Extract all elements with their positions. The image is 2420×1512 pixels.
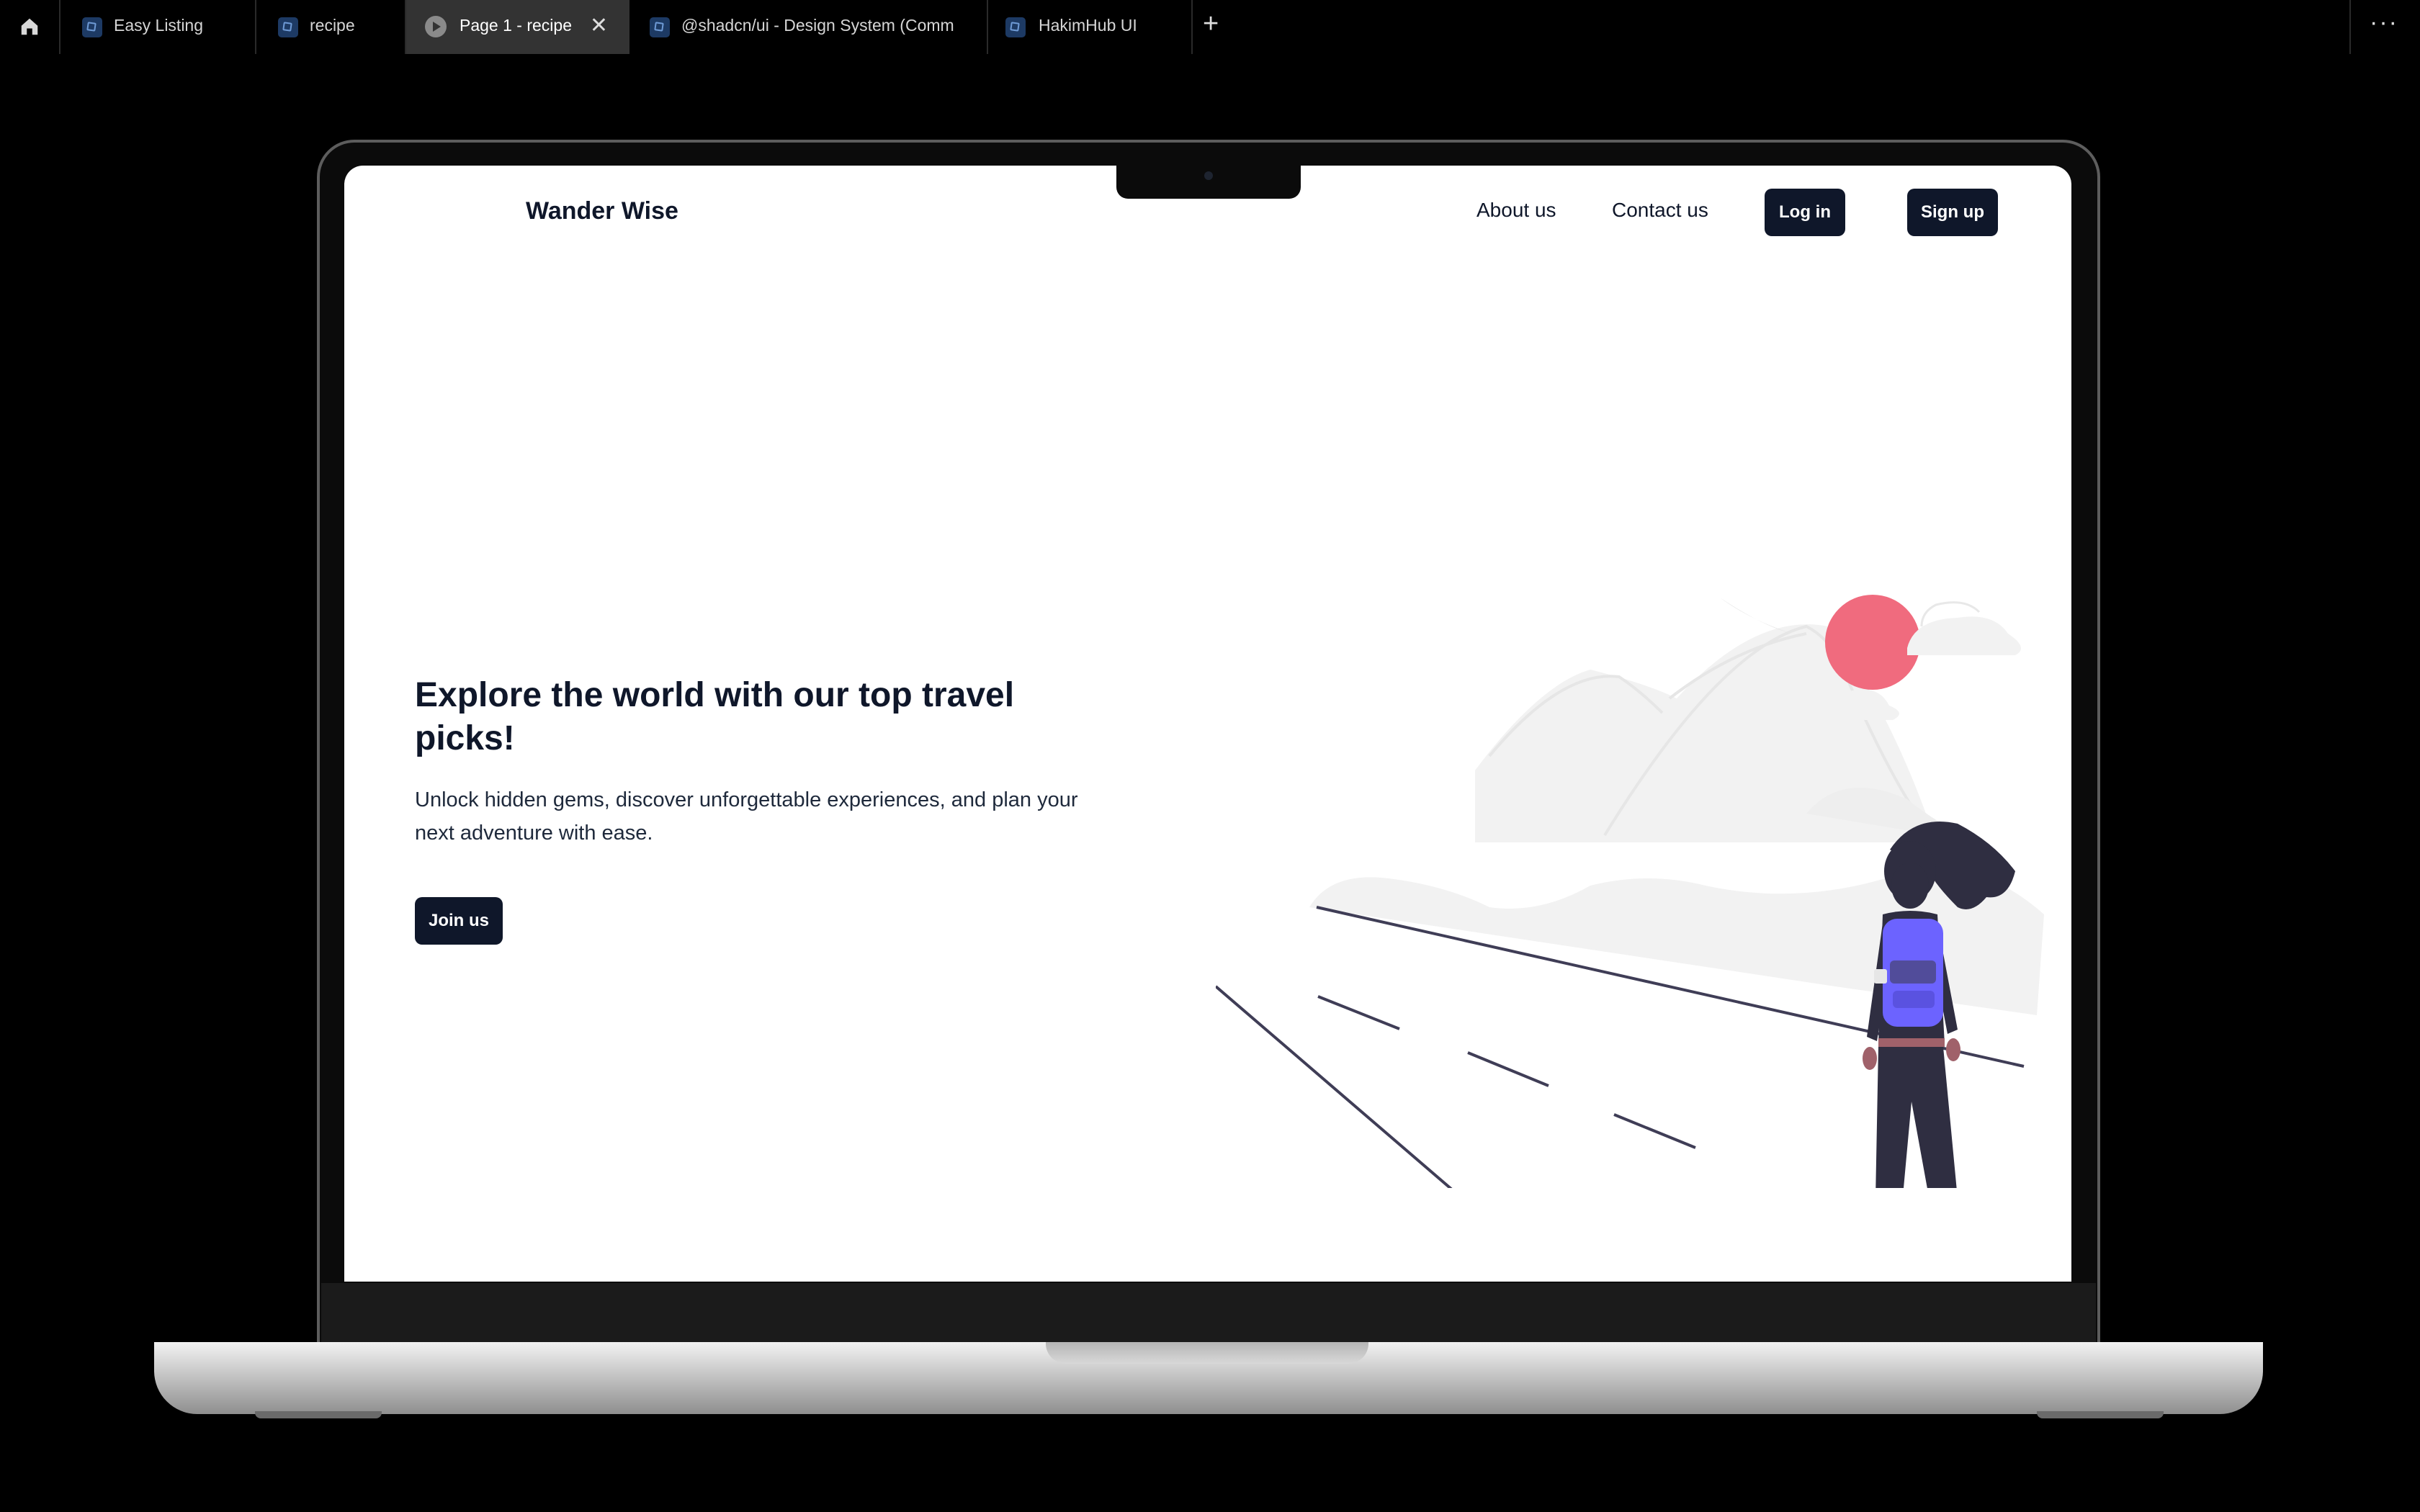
figma-file-icon	[1005, 17, 1026, 37]
signup-button[interactable]: Sign up	[1907, 189, 1998, 236]
traveler-illustration	[1216, 595, 2044, 1188]
close-icon[interactable]: ✕	[590, 13, 608, 38]
tab-hakimhub-ui[interactable]: HakimHub UI	[988, 0, 1193, 54]
tab-bar: Easy Listing recipe Page 1 - recipe ✕ @s…	[0, 0, 2420, 54]
website-preview: Wander Wise About us Contact us Log in S…	[344, 166, 2071, 1282]
home-icon	[21, 18, 38, 35]
nav-link-contact[interactable]: Contact us	[1612, 199, 1708, 222]
tab-page-1-recipe[interactable]: Page 1 - recipe ✕	[406, 0, 629, 54]
tab-label: Easy Listing	[114, 16, 204, 35]
new-tab-button[interactable]: +	[1203, 9, 1219, 40]
camera-notch	[1116, 166, 1301, 199]
tab-label: HakimHub UI	[1039, 16, 1137, 35]
figma-file-icon	[650, 17, 670, 37]
home-button[interactable]	[0, 0, 60, 54]
login-button[interactable]: Log in	[1765, 189, 1845, 236]
brand-logo[interactable]: Wander Wise	[526, 197, 678, 225]
tab-label: recipe	[310, 16, 355, 35]
tab-label: Page 1 - recipe	[460, 16, 572, 35]
laptop-chin	[321, 1283, 2096, 1346]
tab-shadcn-design-system[interactable]: @shadcn/ui - Design System (Comm	[629, 0, 988, 54]
figma-file-icon	[82, 17, 102, 37]
nav-link-about[interactable]: About us	[1476, 199, 1556, 222]
figma-file-icon	[278, 17, 298, 37]
tab-easy-listing[interactable]: Easy Listing	[60, 0, 256, 54]
sun-shape	[1825, 595, 1920, 690]
laptop-foot	[2037, 1411, 2164, 1418]
tab-recipe[interactable]: recipe	[256, 0, 406, 54]
laptop-foot	[255, 1411, 382, 1418]
divider	[2349, 0, 2351, 54]
laptop-hinge-notch	[1046, 1342, 1368, 1364]
more-options-icon[interactable]: ···	[2370, 9, 2398, 37]
hero-subtitle: Unlock hidden gems, discover unforgettab…	[415, 788, 1078, 845]
join-us-button[interactable]: Join us	[415, 897, 503, 945]
play-icon	[425, 16, 447, 37]
tab-label: @shadcn/ui - Design System (Comm	[681, 16, 954, 35]
hero-title: Explore the world with our top travel pi…	[415, 676, 1015, 757]
